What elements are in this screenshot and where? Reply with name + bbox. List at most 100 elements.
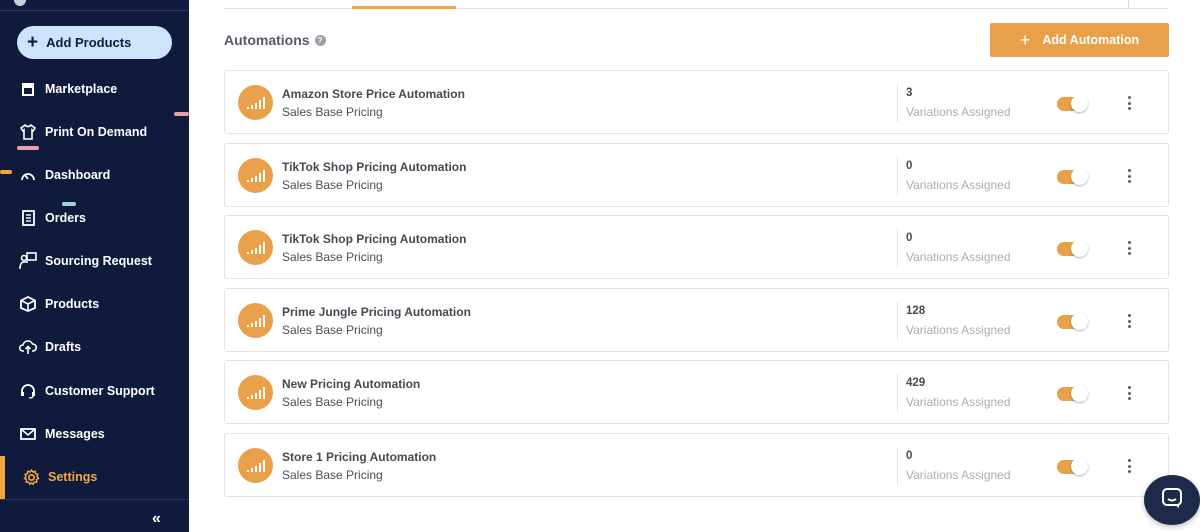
variations-label: Variations Assigned xyxy=(906,468,1011,482)
divider xyxy=(1128,0,1129,8)
toggle-knob xyxy=(1071,385,1088,402)
store-icon xyxy=(19,80,37,98)
bar-chart-icon xyxy=(238,85,273,120)
plus-icon: + xyxy=(27,32,39,53)
add-products-label: Add Products xyxy=(46,35,132,50)
decor-strip xyxy=(174,112,189,116)
variations-count: 128 xyxy=(906,305,926,317)
variations-label: Variations Assigned xyxy=(906,178,1011,192)
gauge-icon xyxy=(19,166,37,184)
variations-label: Variations Assigned xyxy=(906,105,1011,119)
automation-toggle[interactable] xyxy=(1057,95,1088,112)
plus-icon: + xyxy=(1019,30,1031,50)
automation-toggle[interactable] xyxy=(1057,458,1088,475)
automation-toggle[interactable] xyxy=(1057,168,1088,185)
box-icon xyxy=(19,295,37,313)
more-options-icon[interactable] xyxy=(1121,311,1137,331)
automation-toggle[interactable] xyxy=(1057,240,1088,257)
card-divider xyxy=(897,229,898,267)
automation-name: Amazon Store Price Automation xyxy=(282,87,465,101)
bar-chart-icon xyxy=(238,230,273,265)
toggle-knob xyxy=(1071,168,1088,185)
automation-name: New Pricing Automation xyxy=(282,377,421,391)
sidebar-item-customer-support[interactable]: Customer Support xyxy=(0,376,189,406)
sidebar-item-label: Messages xyxy=(45,427,105,441)
sidebar-item-dashboard[interactable]: Dashboard xyxy=(0,160,189,190)
headset-icon xyxy=(19,382,37,400)
variations-label: Variations Assigned xyxy=(906,395,1011,409)
sidebar-item-label: Settings xyxy=(48,470,98,484)
section-title-text: Automations xyxy=(224,32,310,48)
cloud-upload-icon xyxy=(19,338,37,356)
presenter-icon xyxy=(19,252,37,270)
automation-name: TikTok Shop Pricing Automation xyxy=(282,232,467,246)
sidebar-item-label: Products xyxy=(45,297,100,311)
automation-name: TikTok Shop Pricing Automation xyxy=(282,160,467,174)
automation-type: Sales Base Pricing xyxy=(282,468,383,482)
variations-label: Variations Assigned xyxy=(906,323,1011,337)
more-options-icon[interactable] xyxy=(1121,383,1137,403)
variations-count: 0 xyxy=(906,160,913,172)
automation-card[interactable]: New Pricing Automation Sales Base Pricin… xyxy=(224,360,1169,424)
chat-icon xyxy=(1161,487,1183,514)
automation-type: Sales Base Pricing xyxy=(282,395,383,409)
more-options-icon[interactable] xyxy=(1121,166,1137,186)
bar-chart-icon xyxy=(238,158,273,193)
add-automation-button[interactable]: + Add Automation xyxy=(990,23,1169,57)
sidebar-item-label: Customer Support xyxy=(45,384,155,398)
page-title: Automations ? xyxy=(224,32,326,48)
sidebar-divider xyxy=(0,499,189,500)
sidebar-divider xyxy=(0,10,189,11)
card-divider xyxy=(897,157,898,195)
avatar[interactable] xyxy=(14,0,26,6)
sidebar-item-sourcing-request[interactable]: Sourcing Request xyxy=(0,246,189,276)
automation-toggle[interactable] xyxy=(1057,385,1088,402)
toggle-knob xyxy=(1071,95,1088,112)
toggle-knob xyxy=(1071,240,1088,257)
sidebar-item-messages[interactable]: Messages xyxy=(0,419,189,449)
automation-card[interactable]: Prime Jungle Pricing Automation Sales Ba… xyxy=(224,288,1169,352)
automation-card[interactable]: TikTok Shop Pricing Automation Sales Bas… xyxy=(224,143,1169,207)
gear-icon xyxy=(22,468,40,486)
variations-label: Variations Assigned xyxy=(906,250,1011,264)
automation-card[interactable]: Store 1 Pricing Automation Sales Base Pr… xyxy=(224,433,1169,497)
more-options-icon[interactable] xyxy=(1121,93,1137,113)
automation-card[interactable]: Amazon Store Price Automation Sales Base… xyxy=(224,70,1169,134)
sidebar-item-products[interactable]: Products xyxy=(0,289,189,319)
bar-chart-icon xyxy=(238,375,273,410)
card-divider xyxy=(897,84,898,122)
sidebar-item-settings[interactable]: Settings xyxy=(0,462,189,492)
automation-type: Sales Base Pricing xyxy=(282,250,383,264)
sidebar-item-orders[interactable]: Orders xyxy=(0,203,189,233)
automation-type: Sales Base Pricing xyxy=(282,178,383,192)
variations-count: 0 xyxy=(906,232,913,244)
automation-name: Prime Jungle Pricing Automation xyxy=(282,305,471,319)
bar-chart-icon xyxy=(238,448,273,483)
chat-launcher-button[interactable] xyxy=(1144,475,1200,525)
more-options-icon[interactable] xyxy=(1121,456,1137,476)
variations-count: 0 xyxy=(906,450,913,462)
bar-chart-icon xyxy=(238,303,273,338)
sidebar-item-drafts[interactable]: Drafts xyxy=(0,332,189,362)
sidebar-item-print-on-demand[interactable]: Print On Demand xyxy=(0,117,189,147)
automation-toggle[interactable] xyxy=(1057,313,1088,330)
collapse-sidebar-icon[interactable]: « xyxy=(152,510,161,528)
sidebar-item-label: Drafts xyxy=(45,340,82,354)
automation-type: Sales Base Pricing xyxy=(282,105,383,119)
automation-card[interactable]: TikTok Shop Pricing Automation Sales Bas… xyxy=(224,215,1169,279)
mail-icon xyxy=(19,425,37,443)
help-icon[interactable]: ? xyxy=(314,34,326,46)
clipboard-icon xyxy=(19,209,37,227)
add-products-button[interactable]: + Add Products xyxy=(17,26,172,59)
more-options-icon[interactable] xyxy=(1121,238,1137,258)
sidebar-item-marketplace[interactable]: Marketplace xyxy=(0,74,189,104)
card-divider xyxy=(897,447,898,485)
sidebar: + Add Products Marketplace Print On Dema… xyxy=(0,0,189,532)
active-tab-indicator xyxy=(352,6,456,9)
toggle-knob xyxy=(1071,313,1088,330)
add-automation-label: Add Automation xyxy=(1042,33,1140,47)
toggle-knob xyxy=(1071,458,1088,475)
automation-type: Sales Base Pricing xyxy=(282,323,383,337)
tshirt-icon xyxy=(19,123,37,141)
sidebar-item-label: Dashboard xyxy=(45,168,111,182)
